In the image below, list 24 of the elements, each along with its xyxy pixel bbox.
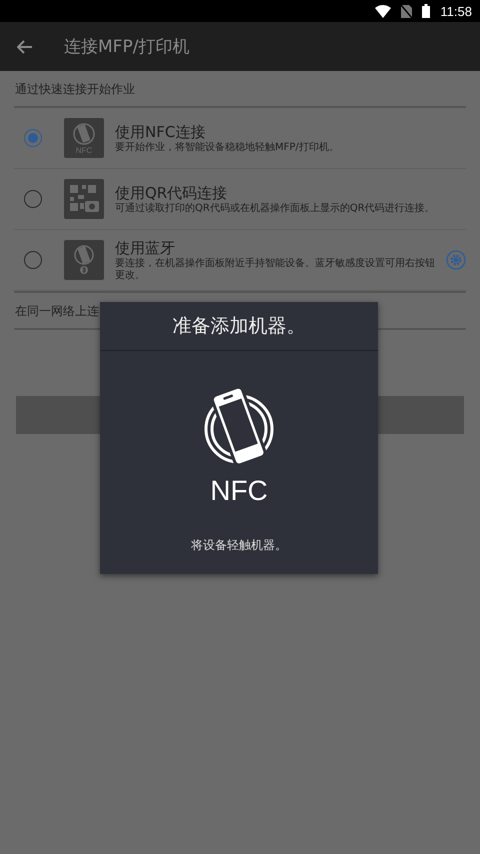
nfc-label: NFC	[210, 475, 268, 507]
option-description: 可通过读取打印的QR代码或在机器操作面板上显示的QR代码进行连接。	[115, 202, 436, 214]
bluetooth-phone-icon	[64, 240, 104, 280]
radio-button[interactable]	[24, 251, 42, 269]
option-description: 要开始作业，将智能设备稳稳地轻触MFP/打印机。	[115, 142, 340, 154]
option-title: 使用蓝牙	[115, 238, 176, 258]
screen-title: 连接MFP/打印机	[64, 36, 190, 58]
connection-option[interactable]: 使用蓝牙 要连接，在机器操作面板附近手持智能设备。蓝牙敏感度设置可用右按钮更改。	[14, 230, 466, 290]
option-description: 要连接，在机器操作面板附近手持智能设备。蓝牙敏感度设置可用右按钮更改。	[115, 258, 436, 282]
section-heading: 在同一网络上连	[14, 303, 99, 320]
radio-button[interactable]	[24, 190, 42, 208]
option-title: 使用QR代码连接	[115, 184, 228, 202]
battery-icon	[422, 4, 430, 18]
section-heading: 通过快速连接开始作业	[14, 81, 135, 98]
back-arrow-icon[interactable]	[17, 40, 33, 54]
dialog-title: 准备添加机器。	[100, 302, 378, 351]
status-time: 11:58	[440, 4, 472, 18]
option-title: 使用NFC连接	[115, 122, 206, 142]
qr-code-camera-icon	[64, 179, 104, 219]
dialog-message: 将设备轻触机器。	[191, 537, 287, 554]
radio-button[interactable]	[24, 129, 42, 147]
wifi-icon	[375, 4, 392, 18]
no-sim-icon	[401, 4, 412, 18]
connection-option[interactable]: 使用QR代码连接 可通过读取打印的QR代码或在机器操作面板上显示的QR代码进行连接。	[14, 169, 466, 229]
